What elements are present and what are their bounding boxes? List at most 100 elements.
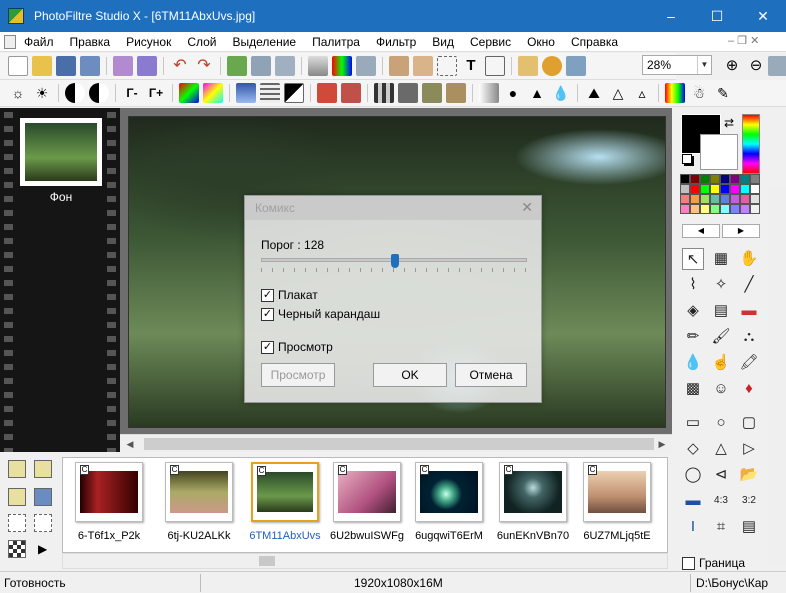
clone-brush-icon[interactable]: 🖍 xyxy=(738,352,760,374)
magic-wand-icon[interactable]: ✧ xyxy=(710,274,732,296)
saturation-up-icon[interactable] xyxy=(203,83,223,103)
sharpen-icon[interactable]: ▲ xyxy=(527,83,547,103)
tools-scrollbar[interactable] xyxy=(768,186,786,566)
minimize-button[interactable]: – xyxy=(648,0,694,32)
open-shape-icon[interactable]: 📂 xyxy=(738,464,760,486)
triangle-icon[interactable]: △ xyxy=(710,438,732,460)
levels-icon[interactable] xyxy=(236,83,256,103)
checkbox-box[interactable]: ✓ xyxy=(261,307,274,321)
eyedropper-icon[interactable]: ⌇ xyxy=(682,274,704,296)
color-icon[interactable] xyxy=(332,56,352,76)
thumbnail[interactable]: C xyxy=(165,462,233,522)
settings-icon[interactable] xyxy=(566,56,586,76)
grid-icon[interactable] xyxy=(8,540,26,558)
folder-up-icon[interactable] xyxy=(8,488,26,506)
zoom-in-icon[interactable]: ⊕ xyxy=(722,56,742,76)
brush-icon[interactable]: ✎ xyxy=(713,83,733,103)
palette-next-icon[interactable]: ▶ xyxy=(722,224,760,238)
scroll-left-icon[interactable]: ◀ xyxy=(122,435,138,453)
peak-alt-icon[interactable]: ▵ xyxy=(632,83,652,103)
layers-icon[interactable] xyxy=(518,56,538,76)
auto-contrast-icon[interactable] xyxy=(341,83,361,103)
hue-icon[interactable] xyxy=(665,83,685,103)
preview-checkbox[interactable]: ✓ Просмотр xyxy=(261,340,333,354)
menu-selection[interactable]: Выделение xyxy=(225,32,305,52)
border-checkbox[interactable]: Граница xyxy=(682,556,745,570)
canvas-size-icon[interactable] xyxy=(413,56,433,76)
fit-icon[interactable] xyxy=(768,56,786,76)
canvas-horizontal-scrollbar[interactable]: ◀ ▶ xyxy=(120,434,672,452)
thumbnail[interactable]: C xyxy=(333,462,401,522)
select-icon[interactable] xyxy=(437,56,457,76)
selection-tool-icon[interactable]: ▦ xyxy=(710,248,732,270)
drop-icon[interactable]: ● xyxy=(503,83,523,103)
mosaic-icon[interactable] xyxy=(374,83,394,103)
layer-thumbnail[interactable] xyxy=(20,118,102,186)
align-icon[interactable]: ▬ xyxy=(682,490,704,512)
save-folder-icon[interactable] xyxy=(34,488,52,506)
threshold-slider-thumb[interactable] xyxy=(390,254,399,268)
scan-icon[interactable] xyxy=(137,56,157,76)
checkbox-box[interactable] xyxy=(682,556,695,570)
portrait-icon[interactable]: ☺ xyxy=(710,378,732,400)
fill-icon[interactable]: ◈ xyxy=(682,300,704,322)
checkbox-box[interactable]: ✓ xyxy=(261,340,274,354)
brightness-down-icon[interactable]: ☼ xyxy=(8,83,28,103)
menu-tools[interactable]: Сервис xyxy=(462,32,519,52)
cut-icon[interactable] xyxy=(275,56,295,76)
lasso-icon[interactable]: ◯ xyxy=(682,464,704,486)
color-palette[interactable] xyxy=(680,174,760,214)
color-spectrum[interactable] xyxy=(742,114,760,174)
frame-icon[interactable] xyxy=(446,83,466,103)
brush-tool-icon[interactable]: 🖌 xyxy=(710,326,732,348)
close-button[interactable]: ✕ xyxy=(740,0,786,32)
select-files-icon[interactable] xyxy=(8,514,26,532)
blur-icon[interactable] xyxy=(479,83,499,103)
copy-icon[interactable] xyxy=(251,56,271,76)
gamma-up-icon[interactable]: Γ+ xyxy=(146,83,166,103)
water-drop-icon[interactable]: 💧 xyxy=(551,83,571,103)
scroll-thumb[interactable] xyxy=(259,556,275,566)
menu-edit[interactable]: Правка xyxy=(62,32,119,52)
rectangle-icon[interactable]: ▭ xyxy=(682,412,704,434)
texture-icon[interactable] xyxy=(422,83,442,103)
ellipse-icon[interactable]: ○ xyxy=(710,412,732,434)
polygon-icon[interactable]: ⊲ xyxy=(710,464,732,486)
window-icon[interactable]: ▤ xyxy=(738,516,760,538)
invert-icon[interactable] xyxy=(284,83,304,103)
folder-tree-icon[interactable] xyxy=(8,460,26,478)
text-icon[interactable]: T xyxy=(461,56,481,76)
open-icon[interactable] xyxy=(32,56,52,76)
thumbnail[interactable]: C xyxy=(251,462,319,522)
spray-icon[interactable]: ▤ xyxy=(710,300,732,322)
pattern-icon[interactable]: ▩ xyxy=(682,378,704,400)
image-size-icon[interactable] xyxy=(389,56,409,76)
thumbnail[interactable]: C xyxy=(499,462,567,522)
gradient-icon[interactable] xyxy=(308,56,328,76)
menu-layer[interactable]: Слой xyxy=(179,32,224,52)
triangle-right-icon[interactable]: ▷ xyxy=(738,438,760,460)
crop-icon[interactable] xyxy=(485,56,505,76)
scroll-right-icon[interactable]: ▶ xyxy=(654,435,670,453)
smudge-icon[interactable]: ☝ xyxy=(710,352,732,374)
hand-tool-icon[interactable]: ✋ xyxy=(738,248,760,270)
ratio-4-3-icon[interactable]: 4:3 xyxy=(710,490,732,512)
transparent-icon[interactable] xyxy=(356,56,376,76)
eraser-icon[interactable]: ▬ xyxy=(738,300,760,322)
stamp-icon[interactable]: ⛬ xyxy=(738,326,760,348)
brightness-up-icon[interactable]: ☀ xyxy=(32,83,52,103)
save-icon[interactable] xyxy=(56,56,76,76)
reset-colors-icon[interactable] xyxy=(682,154,692,164)
save-all-icon[interactable] xyxy=(80,56,100,76)
thumbnail[interactable]: C xyxy=(415,462,483,522)
black-pencil-checkbox[interactable]: ✓ Черный карандаш xyxy=(261,307,380,321)
preview-button[interactable]: Просмотр xyxy=(261,363,335,387)
crop-frame-icon[interactable]: ⌗ xyxy=(710,516,732,538)
ratio-3-2-icon[interactable]: 3:2 xyxy=(738,490,760,512)
close-icon[interactable]: ✕ xyxy=(521,199,533,216)
pencil-icon[interactable]: ✏ xyxy=(682,326,704,348)
print-icon[interactable] xyxy=(113,56,133,76)
folder-add-icon[interactable] xyxy=(34,460,52,478)
undo-icon[interactable]: ↶ xyxy=(170,56,190,76)
menu-view[interactable]: Вид xyxy=(424,32,462,52)
